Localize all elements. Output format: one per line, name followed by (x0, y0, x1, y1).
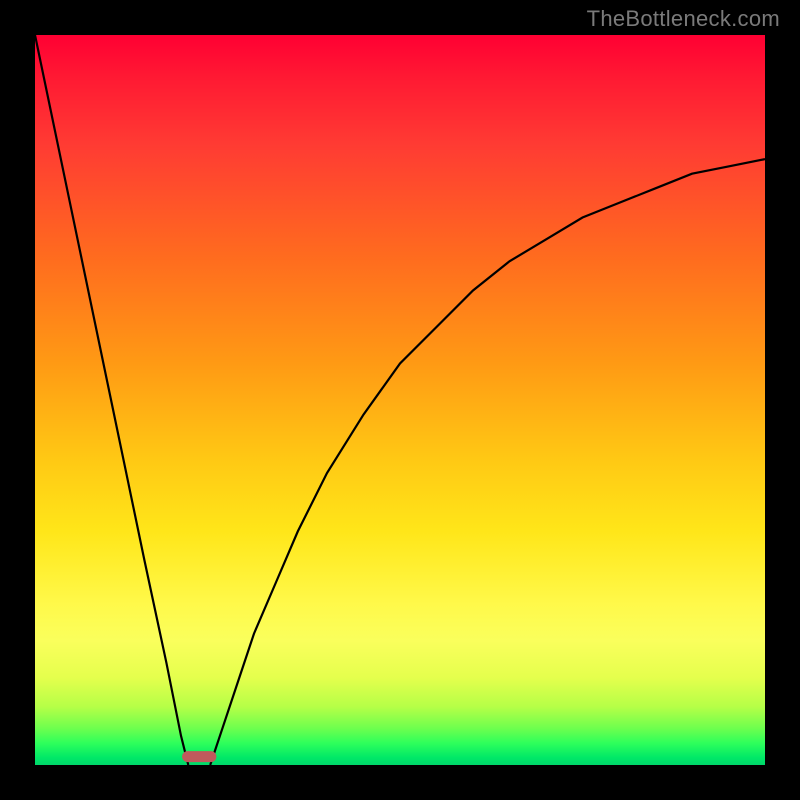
curve-svg (35, 35, 765, 765)
curve-left-branch (35, 35, 188, 765)
curve-right-branch (210, 159, 765, 765)
bottom-marker (182, 751, 216, 762)
watermark-text: TheBottleneck.com (587, 6, 780, 32)
plot-area (35, 35, 765, 765)
chart-frame: TheBottleneck.com (0, 0, 800, 800)
